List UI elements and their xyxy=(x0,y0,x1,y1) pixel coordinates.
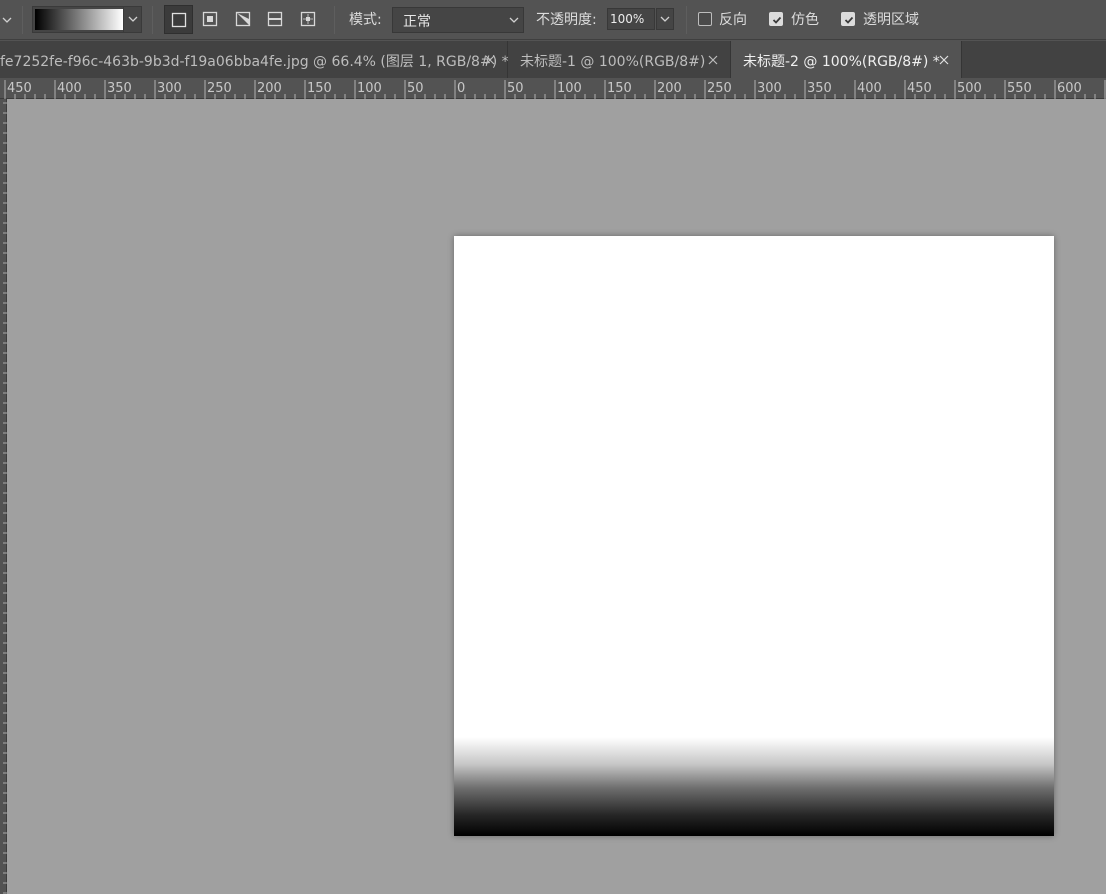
ruler-label: 350 xyxy=(807,81,832,96)
ruler-label: 550 xyxy=(1007,81,1032,96)
diamond-gradient-icon xyxy=(300,11,316,27)
tool-preset-chevron-down-icon[interactable] xyxy=(0,9,16,31)
ruler-label: 150 xyxy=(307,81,332,96)
mode-select[interactable]: 正常 xyxy=(392,7,524,33)
mode-value: 正常 xyxy=(403,14,431,30)
ruler-label: 300 xyxy=(157,81,182,96)
linear-gradient-button[interactable] xyxy=(164,5,193,34)
angle-gradient-button[interactable] xyxy=(229,5,258,34)
ruler-label: 400 xyxy=(857,81,882,96)
ruler-label: 200 xyxy=(257,81,282,96)
reverse-checkbox[interactable] xyxy=(698,12,712,26)
ruler-label: 50 xyxy=(407,81,424,96)
transparency-checkbox[interactable] xyxy=(841,12,855,26)
tab-untitled-2[interactable]: 未标题-2 @ 100%(RGB/8#) * xyxy=(731,41,962,78)
ruler-label: 150 xyxy=(607,81,632,96)
angle-gradient-icon xyxy=(235,11,251,27)
ruler-label: 250 xyxy=(707,81,732,96)
gradient-swatch[interactable] xyxy=(35,9,123,30)
opacity-label: 不透明度: xyxy=(536,12,597,28)
reflected-gradient-button[interactable] xyxy=(261,5,290,34)
ruler-label: 200 xyxy=(657,81,682,96)
close-icon[interactable] xyxy=(484,54,496,66)
radial-gradient-button[interactable] xyxy=(196,5,225,34)
tab-untitled-1[interactable]: 未标题-1 @ 100%(RGB/8#) xyxy=(508,41,731,78)
divider xyxy=(686,6,687,34)
document-canvas[interactable] xyxy=(454,236,1054,836)
checkmark-icon xyxy=(772,16,782,24)
options-bar: 模式: 正常 不透明度: 100% 反向 仿色 透明区域 xyxy=(0,0,1106,40)
diamond-gradient-button[interactable] xyxy=(294,5,323,34)
ruler-label: 600 xyxy=(1057,81,1082,96)
ruler-label: 350 xyxy=(107,81,132,96)
opacity-input[interactable]: 100% xyxy=(607,8,655,30)
ruler-label: 300 xyxy=(757,81,782,96)
ruler-label: 100 xyxy=(357,81,382,96)
ruler-label: 250 xyxy=(207,81,232,96)
ruler-label: 0 xyxy=(457,81,466,96)
divider xyxy=(152,6,153,34)
ruler-label: 450 xyxy=(907,81,932,96)
tab-label: 未标题-2 @ 100%(RGB/8#) * xyxy=(743,54,940,70)
canvas-workspace[interactable] xyxy=(7,99,1106,894)
opacity-chevron-down-icon[interactable] xyxy=(656,8,674,30)
mode-label: 模式: xyxy=(349,12,382,28)
ruler-label: 100 xyxy=(557,81,582,96)
transparency-label: 透明区域 xyxy=(863,12,919,28)
divider xyxy=(22,6,23,34)
checkmark-icon xyxy=(844,16,854,24)
linear-gradient-icon xyxy=(171,12,187,28)
vertical-ruler[interactable] xyxy=(0,99,7,894)
dither-checkbox[interactable] xyxy=(769,12,783,26)
tab-label: fe7252fe-f96c-463b-9b3d-f19a06bba4fe.jpg… xyxy=(0,54,509,70)
close-icon[interactable] xyxy=(938,54,950,66)
ruler-label: 450 xyxy=(7,81,32,96)
reverse-label: 反向 xyxy=(719,12,747,28)
ruler-label: 500 xyxy=(957,81,982,96)
chevron-down-icon xyxy=(509,17,519,23)
horizontal-ruler[interactable]: 450 400 350 300 250 200 150 100 50 0 50 … xyxy=(0,78,1106,99)
ruler-label: 400 xyxy=(57,81,82,96)
document-tab-strip: fe7252fe-f96c-463b-9b3d-f19a06bba4fe.jpg… xyxy=(0,41,1106,78)
vertical-ruler-ticks xyxy=(3,102,7,894)
tab-label: 未标题-1 @ 100%(RGB/8#) xyxy=(520,54,706,70)
tab-document-jpg[interactable]: fe7252fe-f96c-463b-9b3d-f19a06bba4fe.jpg… xyxy=(0,41,509,78)
dither-label: 仿色 xyxy=(791,12,819,28)
close-icon[interactable] xyxy=(707,54,719,66)
gradient-picker[interactable] xyxy=(32,6,142,33)
reflected-gradient-icon xyxy=(267,11,283,27)
ruler-label: 50 xyxy=(507,81,524,96)
radial-gradient-icon xyxy=(202,11,218,27)
gradient-picker-chevron-down-icon[interactable] xyxy=(123,7,141,32)
divider xyxy=(334,6,335,34)
